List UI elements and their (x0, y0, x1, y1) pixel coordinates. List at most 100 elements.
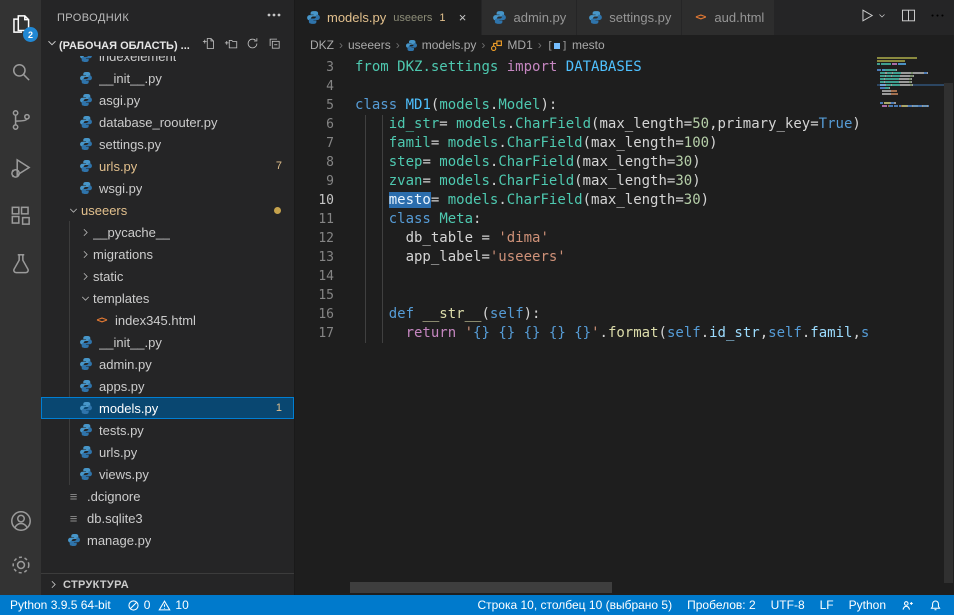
python-icon (77, 180, 94, 196)
indentation-status[interactable]: Пробелов: 2 (687, 598, 756, 612)
tree-item-views-py[interactable]: views.py (41, 463, 294, 485)
line-number[interactable]: 12 (295, 229, 355, 248)
tree-item-admin-py[interactable]: admin.py (41, 353, 294, 375)
notifications-bell-icon[interactable] (929, 599, 942, 612)
tree-item-apps-py[interactable]: apps.py (41, 375, 294, 397)
line-number[interactable]: 5 (295, 96, 355, 115)
breadcrumb-item-models.py[interactable]: models.py (405, 38, 477, 52)
activity-explorer-icon[interactable]: 2 (0, 0, 41, 48)
tree-item-index345-html[interactable]: <>index345.html (41, 309, 294, 331)
line-number[interactable]: 16 (295, 305, 355, 324)
tree-item-manage-py[interactable]: manage.py (41, 529, 294, 550)
activity-testing-icon[interactable] (0, 240, 41, 288)
code-line-14[interactable]: 14 (295, 267, 877, 286)
code-line-17[interactable]: 17 return '{} {} {} {} {}'.format(self.i… (295, 324, 877, 343)
code-line-16[interactable]: 16 def __str__(self): (295, 305, 877, 324)
eol-status[interactable]: LF (820, 598, 834, 612)
tree-item-indexelement[interactable]: indexelement (41, 56, 294, 67)
tree-item-templates[interactable]: templates (41, 287, 294, 309)
tree-item--init-py[interactable]: __init__.py (41, 67, 294, 89)
tree-item-static[interactable]: static (41, 265, 294, 287)
code-line-9[interactable]: 9 zvan= models.CharField(max_length=30) (295, 172, 877, 191)
code-line-13[interactable]: 13 app_label='useeers' (295, 248, 877, 267)
tab-models-py[interactable]: models.pyuseeers1× (295, 0, 481, 35)
line-number[interactable]: 4 (295, 77, 355, 96)
line-number[interactable]: 15 (295, 286, 355, 305)
minimap[interactable] (877, 57, 944, 595)
tree-item-db-sqlite3[interactable]: ≡db.sqlite3 (41, 507, 294, 529)
code-line-11[interactable]: 11 class Meta: (295, 210, 877, 229)
tree-item-settings-py[interactable]: settings.py (41, 133, 294, 155)
line-number[interactable]: 7 (295, 134, 355, 153)
new-file-icon[interactable] (201, 36, 216, 56)
tab-close-icon[interactable]: × (455, 10, 471, 25)
split-editor-icon[interactable] (900, 7, 917, 29)
collapse-all-icon[interactable] (267, 36, 282, 56)
line-number[interactable]: 14 (295, 267, 355, 286)
tree-item-label: models.py (99, 401, 158, 416)
code-line-12[interactable]: 12 db_table = 'dima' (295, 229, 877, 248)
tree-item-asgi-py[interactable]: asgi.py (41, 89, 294, 111)
tree-item--pycache-[interactable]: __pycache__ (41, 221, 294, 243)
line-number[interactable]: 17 (295, 324, 355, 343)
tab-settings-py[interactable]: settings.py (577, 0, 681, 35)
tree-item--dcignore[interactable]: ≡.dcignore (41, 485, 294, 507)
code-line-3[interactable]: 3from DKZ.settings import DATABASES (295, 58, 877, 77)
tree-item-migrations[interactable]: migrations (41, 243, 294, 265)
tree-item-label: tests.py (99, 423, 144, 438)
line-number[interactable]: 8 (295, 153, 355, 172)
tree-item-urls-py[interactable]: urls.py (41, 441, 294, 463)
line-number[interactable]: 9 (295, 172, 355, 191)
feedback-icon[interactable] (901, 599, 914, 612)
activity-search-icon[interactable] (0, 48, 41, 96)
run-dropdown-icon[interactable] (876, 7, 888, 29)
activity-extensions-icon[interactable] (0, 192, 41, 240)
problems-status[interactable]: 0 10 (127, 598, 189, 612)
breadcrumb-item-dkz[interactable]: DKZ (310, 38, 334, 52)
code-line-6[interactable]: 6 id_str= models.CharField(max_length=50… (295, 115, 877, 134)
workspace-section-header[interactable]: (РАБОЧАЯ ОБЛАСТЬ) ... (41, 35, 294, 56)
new-folder-icon[interactable] (223, 36, 238, 56)
breadcrumb-item-useeers[interactable]: useeers (348, 38, 391, 52)
tab-admin-py[interactable]: admin.py (482, 0, 577, 35)
explorer-more-icon[interactable] (266, 7, 282, 28)
tree-item-useeers[interactable]: useeers (41, 199, 294, 221)
line-number[interactable]: 11 (295, 210, 355, 229)
tree-item-urls-py[interactable]: urls.py7 (41, 155, 294, 177)
outline-title: СТРУКТУРА (63, 579, 129, 591)
tab-aud-html[interactable]: <>aud.html (682, 0, 774, 35)
tree-item-tests-py[interactable]: tests.py (41, 419, 294, 441)
tree-item-label: settings.py (99, 137, 161, 152)
tree-item-models-py[interactable]: models.py1 (41, 397, 294, 419)
code-line-5[interactable]: 5class MD1(models.Model): (295, 96, 877, 115)
tree-item--init-py[interactable]: __init__.py (41, 331, 294, 353)
breadcrumb-item-md1[interactable]: MD1 (490, 38, 532, 52)
outline-section-header[interactable]: СТРУКТУРА (41, 573, 294, 595)
code-line-7[interactable]: 7 famil= models.CharField(max_length=100… (295, 134, 877, 153)
code-line-4[interactable]: 4 (295, 77, 877, 96)
line-number[interactable]: 3 (295, 58, 355, 77)
run-icon[interactable] (858, 7, 875, 29)
activity-run-debug-icon[interactable] (0, 144, 41, 192)
tree-item-wsgi-py[interactable]: wsgi.py (41, 177, 294, 199)
cursor-position-status[interactable]: Строка 10, столбец 10 (выбрано 5) (477, 598, 672, 612)
code-line-15[interactable]: 15 (295, 286, 877, 305)
tree-item-database-roouter-py[interactable]: database_roouter.py (41, 111, 294, 133)
code-editor[interactable]: 3from DKZ.settings import DATABASES45cla… (295, 55, 954, 595)
line-number[interactable]: 10 (295, 191, 355, 210)
python-interpreter-status[interactable]: Python 3.9.5 64-bit (10, 598, 111, 612)
horizontal-scrollbar[interactable] (350, 582, 612, 593)
activity-source-control-icon[interactable] (0, 96, 41, 144)
code-line-8[interactable]: 8 step= models.CharField(max_length=30) (295, 153, 877, 172)
more-actions-icon[interactable] (929, 7, 946, 29)
code-line-10[interactable]: 10 mesto= models.CharField(max_length=30… (295, 191, 877, 210)
line-number[interactable]: 13 (295, 248, 355, 267)
encoding-status[interactable]: UTF-8 (771, 598, 805, 612)
language-mode-status[interactable]: Python (849, 598, 886, 612)
activity-settings-gear-icon[interactable] (0, 543, 41, 587)
activity-account-icon[interactable] (0, 499, 41, 543)
refresh-icon[interactable] (245, 36, 260, 56)
breadcrumb-item-mesto[interactable]: []mesto (547, 38, 605, 52)
vertical-scrollbar[interactable] (944, 83, 953, 583)
line-number[interactable]: 6 (295, 115, 355, 134)
